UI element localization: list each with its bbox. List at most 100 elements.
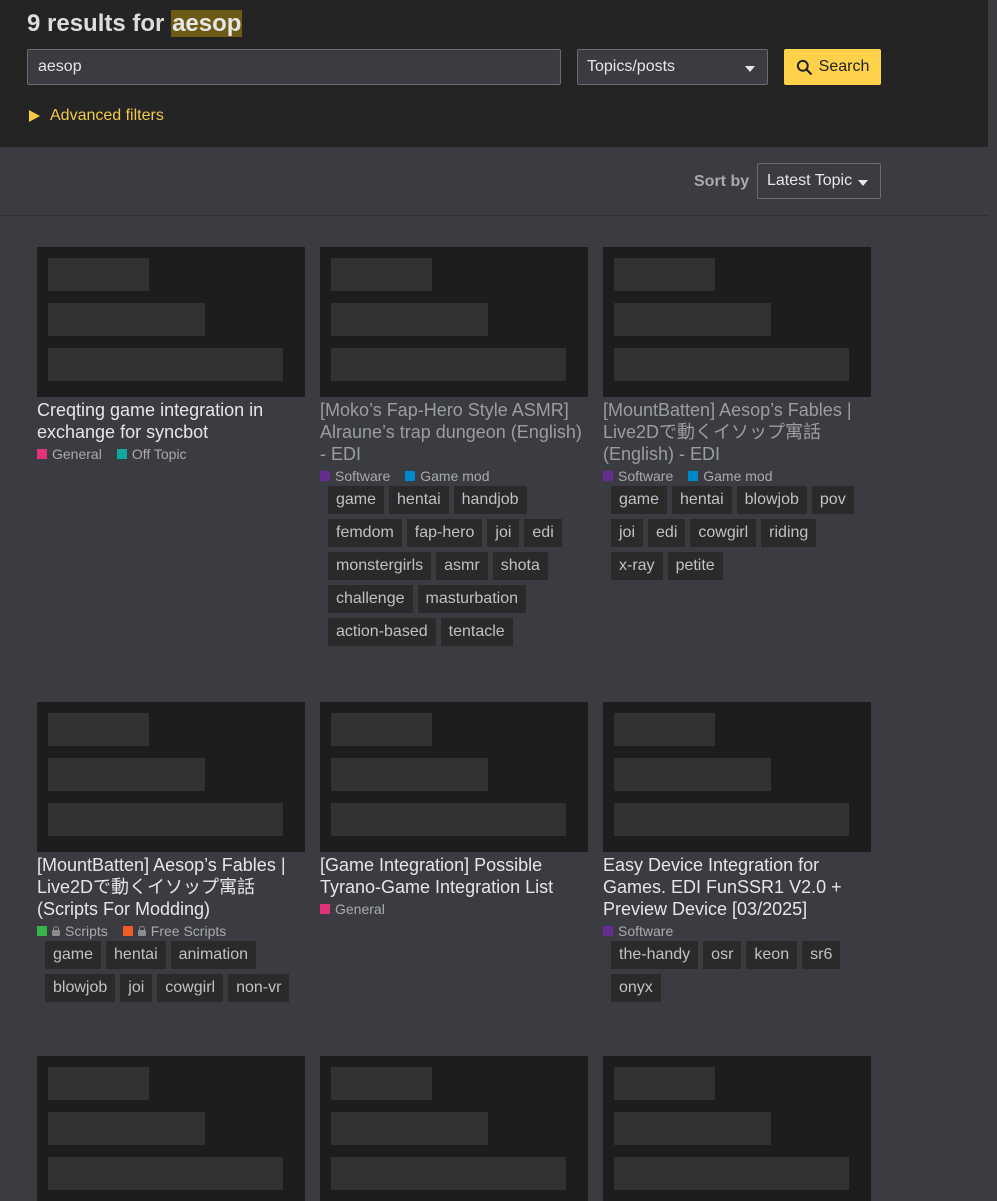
tag[interactable]: tentacle: [440, 618, 513, 646]
category-badge[interactable]: Free Scripts: [122, 923, 227, 939]
thumbnail-placeholder[interactable]: [320, 702, 588, 852]
sort-select[interactable]: Latest Topic: [757, 163, 881, 199]
category-badge[interactable]: Software: [320, 468, 390, 484]
thumbnail-placeholder-line: [48, 1067, 149, 1100]
advanced-filters-label: Advanced filters: [50, 107, 164, 124]
tag[interactable]: femdom: [328, 519, 402, 547]
tag[interactable]: the-handy: [611, 941, 699, 969]
tag[interactable]: fap-hero: [406, 519, 483, 547]
tag-list: game hentai handjob femdom fap-hero joi …: [320, 486, 582, 646]
tag[interactable]: masturbation: [417, 585, 526, 613]
tag[interactable]: monstergirls: [328, 552, 432, 580]
thumbnail-placeholder[interactable]: [320, 247, 588, 397]
tag[interactable]: joi: [120, 974, 153, 1002]
category-badge[interactable]: Scripts: [37, 923, 108, 939]
thumbnail-placeholder-line: [48, 303, 205, 336]
tag[interactable]: animation: [170, 941, 256, 969]
search-type-select[interactable]: Topics/posts: [577, 49, 768, 85]
search-icon: [796, 59, 812, 75]
topic-title-link[interactable]: [MountBatten] Aesop’s Fables | Live2Dで動く…: [603, 399, 871, 465]
search-input[interactable]: [27, 49, 561, 85]
tag[interactable]: edi: [648, 519, 686, 547]
category-list: Software Game mod: [603, 468, 871, 484]
category-badge[interactable]: Software: [603, 923, 673, 939]
result-card: [Moko’s Fap-Hero Style ASMR] Alraune’s t…: [320, 247, 588, 646]
thumbnail-placeholder[interactable]: [603, 702, 871, 852]
lock-icon: [52, 926, 60, 936]
tag[interactable]: blowjob: [45, 974, 116, 1002]
category-color-swatch: [688, 471, 699, 481]
category-label: Free Scripts: [150, 923, 227, 939]
result-card: [MountBatten] Aesop’s Fables | Live2Dで動く…: [37, 702, 305, 1002]
topic-title-link[interactable]: [Moko’s Fap-Hero Style ASMR] Alraune’s t…: [320, 399, 588, 465]
tag-list: the-handy osr keon sr6 onyx: [603, 941, 865, 1002]
thumbnail-placeholder[interactable]: [603, 247, 871, 397]
thumbnail-placeholder-line: [614, 758, 771, 791]
topic-title-link[interactable]: Easy Device Integration for Games. EDI F…: [603, 854, 871, 920]
thumbnail-placeholder-line: [48, 803, 283, 836]
lock-icon: [137, 926, 146, 936]
category-badge[interactable]: Off Topic: [116, 446, 187, 462]
thumbnail-placeholder-line: [48, 758, 205, 791]
tag[interactable]: osr: [703, 941, 742, 969]
tag[interactable]: cowgirl: [690, 519, 757, 547]
tag[interactable]: sr6: [802, 941, 841, 969]
category-badge[interactable]: Game mod: [688, 468, 773, 484]
category-label: Software: [618, 468, 674, 484]
topic-title-link[interactable]: [MountBatten] Aesop’s Fables | Live2Dで動く…: [37, 854, 305, 920]
tag[interactable]: pov: [811, 486, 854, 514]
tag[interactable]: shota: [492, 552, 548, 580]
tag[interactable]: hentai: [106, 941, 166, 969]
category-badge[interactable]: General: [320, 901, 385, 917]
category-badge[interactable]: Software: [603, 468, 673, 484]
tag[interactable]: hentai: [389, 486, 449, 514]
tag[interactable]: cowgirl: [157, 974, 224, 1002]
thumbnail-placeholder-line: [48, 1112, 205, 1145]
tag[interactable]: challenge: [328, 585, 413, 613]
sort-label: Sort by: [694, 173, 750, 190]
tag[interactable]: hentai: [672, 486, 732, 514]
tag[interactable]: asmr: [436, 552, 488, 580]
sort-bar: Sort by Latest Topic: [0, 147, 988, 216]
thumbnail-placeholder-line: [331, 1157, 566, 1190]
result-card-loading: [603, 1056, 871, 1201]
tag[interactable]: game: [611, 486, 668, 514]
category-label: Off Topic: [131, 446, 187, 462]
tag[interactable]: x-ray: [611, 552, 663, 580]
category-label: Game mod: [420, 468, 490, 484]
thumbnail-placeholder: [37, 1056, 305, 1201]
advanced-filters-toggle[interactable]: Advanced filters: [29, 107, 164, 125]
topic-title-link[interactable]: [Game Integration] Possible Tyrano-Game …: [320, 854, 588, 898]
category-color-swatch: [320, 471, 330, 481]
tag[interactable]: keon: [746, 941, 798, 969]
tag[interactable]: edi: [524, 519, 562, 547]
thumbnail-placeholder: [603, 1056, 871, 1201]
thumbnail-placeholder-line: [614, 1067, 715, 1100]
tag[interactable]: game: [328, 486, 385, 514]
search-header: 9 results for aesop Topics/posts Search …: [0, 0, 988, 147]
result-card: [MountBatten] Aesop’s Fables | Live2Dで動く…: [603, 247, 871, 580]
category-list: Software: [603, 923, 871, 939]
search-button[interactable]: Search: [784, 49, 881, 85]
tag[interactable]: joi: [611, 519, 644, 547]
tag-list: game hentai blowjob pov joi edi cowgirl …: [603, 486, 865, 580]
topic-title-link[interactable]: Creqting game integration in exchange fo…: [37, 399, 305, 443]
tag[interactable]: handjob: [453, 486, 527, 514]
tag[interactable]: blowjob: [736, 486, 807, 514]
category-label: Scripts: [65, 923, 108, 939]
category-color-swatch: [122, 926, 133, 936]
tag[interactable]: riding: [761, 519, 817, 547]
category-list: Scripts Free Scripts: [37, 923, 305, 939]
tag[interactable]: petite: [667, 552, 723, 580]
category-badge[interactable]: General: [37, 446, 102, 462]
tag[interactable]: non-vr: [228, 974, 290, 1002]
tag[interactable]: onyx: [611, 974, 661, 1002]
tag[interactable]: game: [45, 941, 102, 969]
thumbnail-placeholder[interactable]: [37, 247, 305, 397]
category-badge[interactable]: Game mod: [405, 468, 490, 484]
search-type-value: Topics/posts: [587, 58, 676, 75]
tag[interactable]: action-based: [328, 618, 436, 646]
tag[interactable]: joi: [487, 519, 520, 547]
thumbnail-placeholder[interactable]: [37, 702, 305, 852]
result-card-loading: [37, 1056, 305, 1201]
